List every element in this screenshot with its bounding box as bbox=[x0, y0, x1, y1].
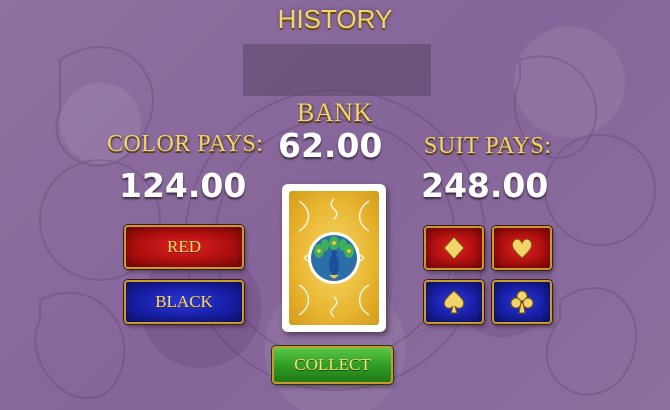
peacock-icon bbox=[298, 198, 370, 318]
red-button[interactable]: RED bbox=[124, 225, 244, 269]
bank-label: BANK bbox=[297, 98, 373, 127]
heart-button[interactable] bbox=[492, 226, 552, 270]
collect-button[interactable]: COLLECT bbox=[272, 346, 393, 384]
color-pays-value: 124.00 bbox=[119, 166, 247, 205]
history-panel bbox=[243, 44, 431, 96]
club-button[interactable] bbox=[492, 280, 552, 324]
color-pays-label: COLOR PAYS: bbox=[107, 131, 264, 157]
history-title: HISTORY bbox=[277, 4, 393, 34]
diamond-button[interactable] bbox=[424, 226, 484, 270]
spade-icon bbox=[443, 290, 465, 314]
bank-value: 62.00 bbox=[278, 126, 383, 165]
heart-icon bbox=[511, 238, 533, 259]
club-icon bbox=[510, 290, 534, 314]
suit-pays-label: SUIT PAYS: bbox=[424, 133, 552, 159]
spade-button[interactable] bbox=[424, 280, 484, 324]
card-back-design bbox=[289, 191, 379, 325]
card-back bbox=[282, 184, 386, 332]
black-button[interactable]: BLACK bbox=[124, 280, 244, 324]
suit-pays-value: 248.00 bbox=[421, 166, 549, 205]
diamond-icon bbox=[443, 236, 465, 260]
